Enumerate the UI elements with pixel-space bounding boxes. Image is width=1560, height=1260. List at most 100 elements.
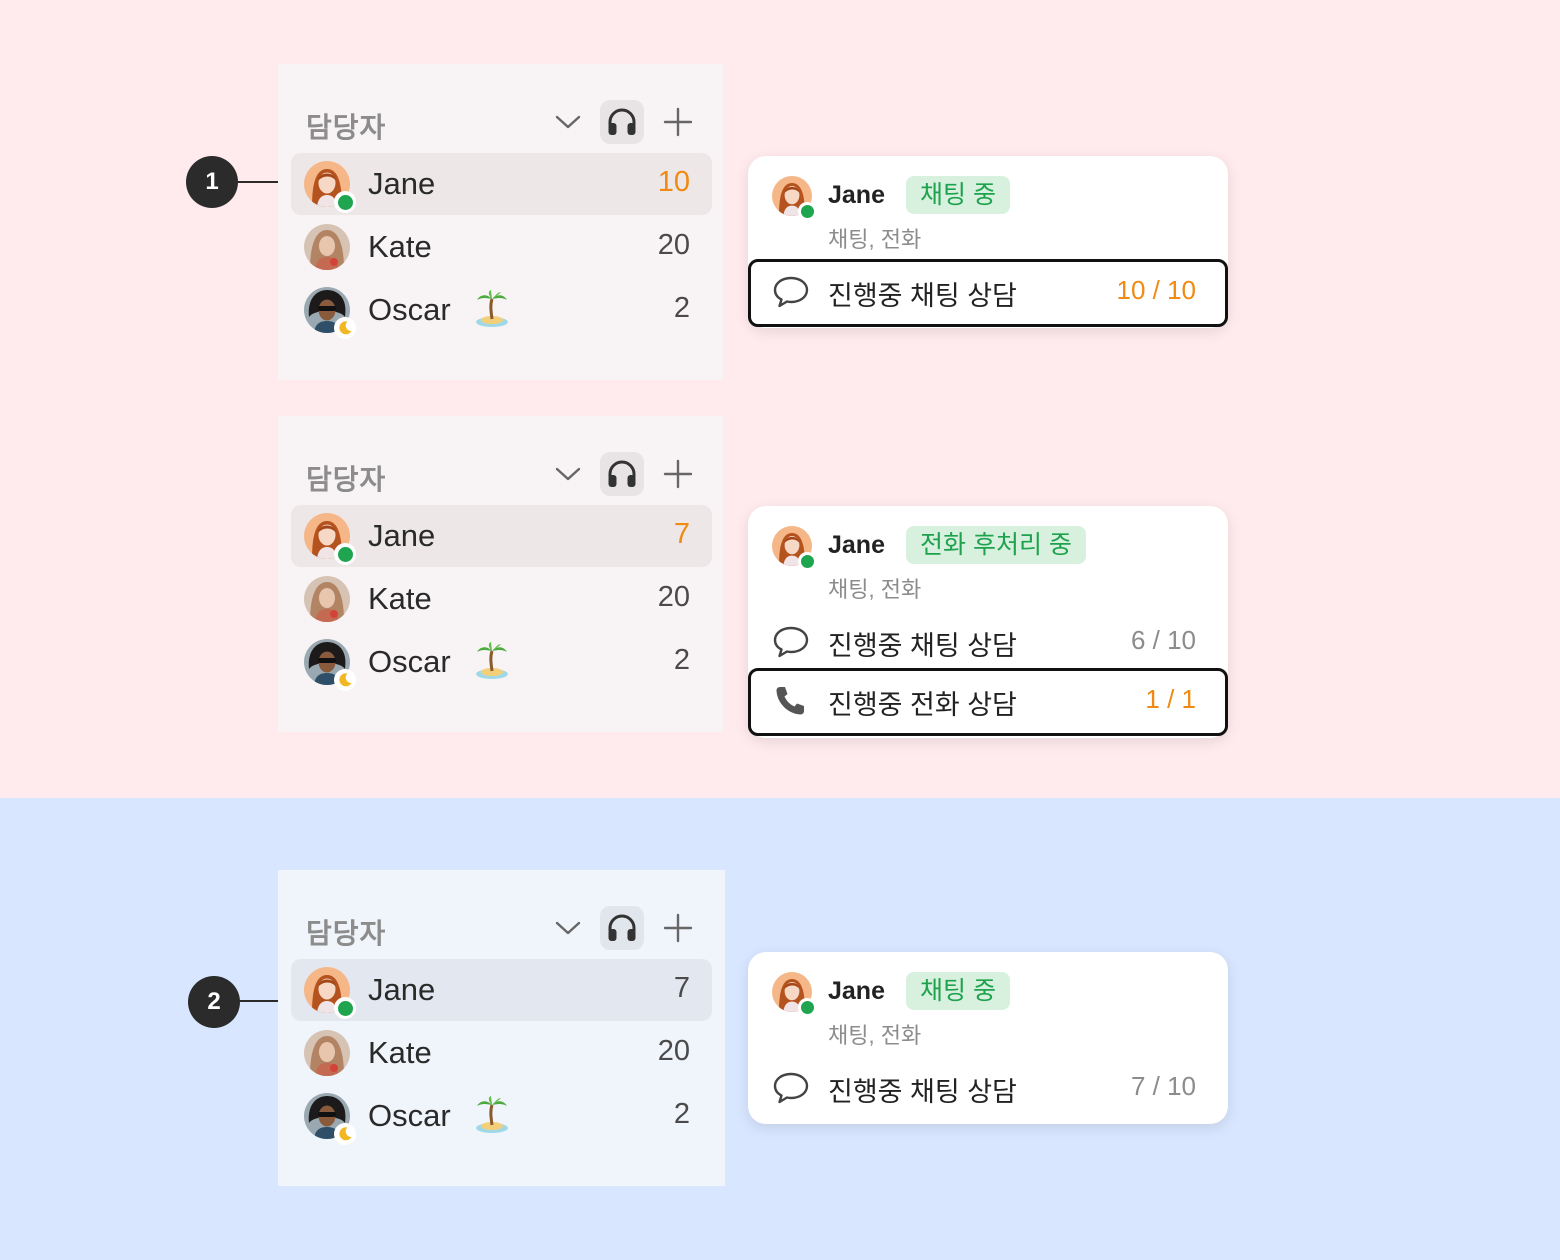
assignee-row-oscar[interactable]: Oscar 2 (291, 1085, 712, 1147)
consult-count: 1 / 1 (1145, 684, 1196, 714)
assignee-count: 20 (657, 1035, 690, 1067)
status-badge: 전화 후처리 중 (906, 526, 1086, 564)
card-assignee-name: Jane (828, 977, 885, 1005)
panel-header: 담당자 (306, 906, 697, 950)
avatar (304, 224, 350, 270)
card-assignee-name: Jane (828, 531, 885, 559)
panel-title: 담당자 (306, 112, 387, 143)
marker-1: 1 (186, 156, 238, 208)
online-status-dot (798, 998, 816, 1016)
assignee-row-oscar[interactable]: Oscar 2 (291, 631, 712, 693)
marker-2: 2 (188, 976, 240, 1028)
consult-label: 진행중 채팅 상담 (828, 281, 1017, 311)
avatar (304, 967, 356, 1019)
assignee-row-jane[interactable]: Jane 7 (291, 505, 712, 567)
chevron-down-icon[interactable] (546, 100, 590, 144)
panel-title: 담당자 (306, 918, 387, 949)
assignee-row-kate[interactable]: Kate 20 (291, 1022, 712, 1084)
assignee-name: Oscar (368, 292, 451, 327)
chat-consult-row[interactable]: 진행중 채팅 상담 10 / 10 (748, 259, 1228, 327)
moon-icon (334, 1123, 356, 1145)
online-status-dot (798, 552, 816, 570)
assignee-name: Kate (368, 581, 432, 616)
assignee-count: 20 (657, 229, 690, 261)
chat-consult-row[interactable]: 진행중 채팅 상담 6 / 10 (748, 609, 1228, 677)
card-assignee-name: Jane (828, 181, 885, 209)
assignee-count: 7 (673, 518, 690, 550)
assignee-name: Oscar (368, 1098, 451, 1133)
panel-header: 담당자 (306, 100, 695, 144)
moon-icon (334, 317, 356, 339)
avatar (772, 972, 816, 1016)
avatar (304, 513, 356, 565)
palm-island-icon (474, 1095, 510, 1135)
assignee-name: Oscar (368, 644, 451, 679)
avatar (772, 176, 816, 220)
panel-title: 담당자 (306, 464, 387, 495)
moon-icon (334, 669, 356, 691)
avatar (304, 639, 356, 691)
assignee-row-jane[interactable]: Jane 10 (291, 153, 712, 215)
consult-count: 6 / 10 (1130, 625, 1196, 655)
assignee-name: Jane (368, 166, 436, 201)
assignee-count: 2 (673, 1098, 690, 1130)
palm-island-icon (474, 289, 510, 329)
consult-label: 진행중 전화 상담 (828, 690, 1017, 720)
avatar (772, 526, 816, 570)
avatar (304, 576, 350, 622)
avatar (304, 287, 356, 339)
channel-list: 채팅, 전화 (828, 1023, 922, 1048)
assignee-count: 20 (657, 581, 690, 613)
palm-island-icon (474, 641, 510, 681)
plus-icon[interactable] (656, 906, 700, 950)
consult-count: 7 / 10 (1130, 1071, 1196, 1101)
status-badge: 채팅 중 (906, 972, 1010, 1010)
phone-consult-row[interactable]: 진행중 전화 상담 1 / 1 (748, 668, 1228, 736)
chat-bubble-icon (772, 1071, 810, 1105)
marker-2-connector (238, 1000, 278, 1002)
assignee-name: Jane (368, 972, 436, 1007)
headset-icon[interactable] (600, 100, 644, 144)
assignee-detail-card-3: Jane 채팅 중채팅, 전화진행중 채팅 상담 7 / 10 (748, 952, 1228, 1124)
assignee-count: 2 (673, 644, 690, 676)
online-status-dot (334, 997, 356, 1019)
marker-1-connector (236, 181, 278, 183)
phone-icon (772, 684, 810, 718)
online-status-dot (798, 202, 816, 220)
assignee-panel-3: 담당자 Jane 7 Kate 20 Oscar 2 (278, 870, 725, 1186)
assignee-name: Kate (368, 229, 432, 264)
consult-count: 10 / 10 (1116, 275, 1196, 305)
assignee-count: 7 (673, 972, 690, 1004)
assignee-panel-1: 담당자 Jane 10 Kate 20 Oscar 2 (278, 64, 723, 380)
online-status-dot (334, 543, 356, 565)
online-status-dot (334, 191, 356, 213)
channel-list: 채팅, 전화 (828, 227, 922, 252)
headset-icon[interactable] (600, 452, 644, 496)
assignee-list: Jane 10 Kate 20 Oscar 2 (291, 153, 712, 342)
assignee-row-kate[interactable]: Kate 20 (291, 568, 712, 630)
assignee-name: Kate (368, 1035, 432, 1070)
assignee-list: Jane 7 Kate 20 Oscar 2 (291, 505, 712, 694)
assignee-row-kate[interactable]: Kate 20 (291, 216, 712, 278)
chevron-down-icon[interactable] (546, 906, 590, 950)
chat-bubble-icon (772, 625, 810, 659)
avatar (304, 1093, 356, 1145)
assignee-count: 2 (673, 292, 690, 324)
headset-icon[interactable] (600, 906, 644, 950)
assignee-list: Jane 7 Kate 20 Oscar 2 (291, 959, 712, 1148)
assignee-row-oscar[interactable]: Oscar 2 (291, 279, 712, 341)
panel-header: 담당자 (306, 452, 695, 496)
status-badge: 채팅 중 (906, 176, 1010, 214)
channel-list: 채팅, 전화 (828, 577, 922, 602)
chat-consult-row[interactable]: 진행중 채팅 상담 7 / 10 (748, 1055, 1228, 1123)
assignee-detail-card-2: Jane 전화 후처리 중 채팅, 전화 진행중 채팅 상담 6 / 10 진행중 전화 … (748, 506, 1228, 738)
chevron-down-icon[interactable] (546, 452, 590, 496)
assignee-row-jane[interactable]: Jane 7 (291, 959, 712, 1021)
plus-icon[interactable] (656, 452, 700, 496)
consult-label: 진행중 채팅 상담 (828, 1077, 1017, 1107)
plus-icon[interactable] (656, 100, 700, 144)
assignee-detail-card-1: Jane 채팅 중채팅, 전화진행중 채팅 상담 10 / 10 (748, 156, 1228, 328)
avatar (304, 1030, 350, 1076)
assignee-panel-2: 담당자 Jane 7 Kate 20 Oscar 2 (278, 416, 723, 732)
assignee-count: 10 (657, 166, 690, 198)
